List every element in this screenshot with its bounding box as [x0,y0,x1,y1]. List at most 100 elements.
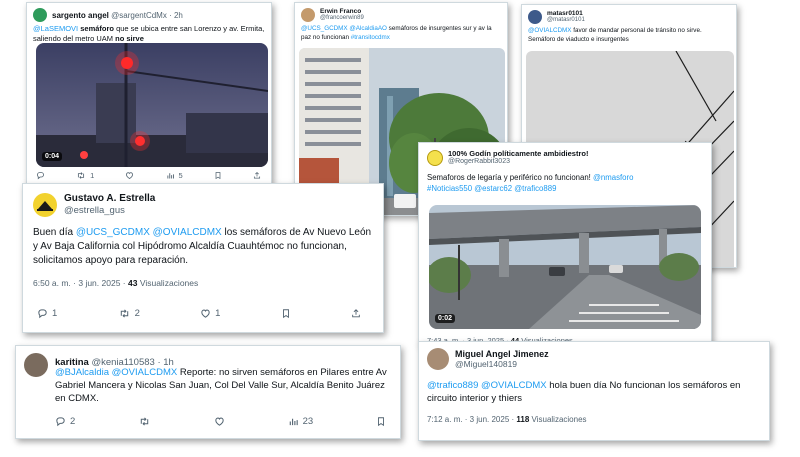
share-button[interactable] [253,171,261,180]
mention-link[interactable]: @OVIALCDMX [528,27,571,34]
mention-link[interactable]: @UCS_GCDMX [301,25,348,32]
share-button[interactable] [351,308,361,319]
tweet-video[interactable]: 0:04 [36,43,268,167]
tweet-text: @trafico889 @OVIALCDMX hola buen día No … [427,380,741,405]
like-icon [201,309,210,318]
author-name[interactable]: sargento angel [52,11,109,20]
tweet-card-godin[interactable]: 100% Godín políticamente ambidiestro! @R… [418,142,712,344]
views-button[interactable]: 5 [166,171,183,180]
avatar[interactable] [301,8,315,23]
mention-link[interactable]: @BJAlcaldia [55,367,109,378]
tweet-timestamp[interactable]: 6:50 a. m. · 3 jun. 2025 · [33,278,128,288]
author-handle[interactable]: @Miguel140819 [455,359,549,369]
bookmark-button[interactable] [281,308,291,319]
bookmark-icon [378,417,384,427]
reply-icon [56,417,65,427]
avatar[interactable] [33,193,57,217]
tweet-time[interactable]: 2h [174,11,183,20]
bookmark-icon [215,172,221,180]
avatar[interactable] [528,10,542,25]
tweet-card-karitina[interactable]: karitina @kenia110583 · 1h @BJAlcaldia @… [15,345,401,439]
mention-link[interactable]: @OVIALCDMX [112,367,178,378]
likes-count: 1 [215,308,221,319]
likes-count: 5 [178,171,183,180]
like-button[interactable] [214,416,225,427]
mention-link[interactable]: @UCS_GCDMX [76,227,150,238]
mention-link[interactable]: @OVIALCDMX [481,380,547,391]
reply-button[interactable]: 1 [37,308,57,319]
mention-link[interactable]: @estarc62 [474,184,512,193]
video-duration: 0:02 [435,314,456,323]
reply-icon [37,172,44,180]
views-icon [289,418,298,426]
author-name[interactable]: Erwin Franco [320,8,364,15]
tweet-text: @BJAlcaldia @OVIALCDMX Reporte: no sirve… [55,367,387,404]
avatar[interactable] [33,8,47,22]
tweet-card-miguel[interactable]: Miguel Angel Jimenez @Miguel140819 @traf… [418,341,770,441]
author-name[interactable]: Miguel Angel Jimenez [455,349,549,360]
author-name[interactable]: 100% Godín políticamente ambidiestro! [448,149,588,158]
bookmark-button[interactable] [214,171,222,180]
author-handle[interactable]: @matasr0101 [547,17,585,24]
mention-link[interactable]: @OVIALCDMX [153,227,222,238]
avatar-logo-icon [37,201,53,211]
avatar[interactable] [427,149,443,166]
overpass-frame [429,205,701,329]
tweet-time[interactable]: 1h [163,357,174,368]
author-handle[interactable]: @sargentCdMx [111,11,167,20]
tweet-video[interactable]: 0:02 [429,205,701,329]
author-name[interactable]: karitina [55,357,89,368]
tweet-meta: 7:12 a. m. · 3 jun. 2025 · 118 Visualiza… [427,414,587,424]
tweet-card-sargento[interactable]: sargento angel @sargentCdMx · 2h @LaSEMO… [26,2,272,184]
retweet-icon [140,417,149,426]
retweet-button[interactable] [138,416,151,427]
like-button[interactable] [125,171,134,180]
tweet-text: @UCS_GCDMX @AlcaldiaAO semáforos de insu… [301,25,492,41]
mention-link[interactable]: @AlcaldiaAO [349,25,387,32]
tweet-meta: 6:50 a. m. · 3 jun. 2025 · 43 Visualizac… [33,277,199,288]
avatar[interactable] [427,348,449,370]
tweet-timestamp[interactable]: 7:12 a. m. · 3 jun. 2025 · [427,415,516,424]
views-icon [166,173,174,179]
author-handle[interactable]: @francoerwin89 [320,15,364,22]
views-button[interactable]: 23 [288,416,314,427]
retweet-count: 1 [90,171,95,180]
share-icon [352,309,360,318]
reply-button[interactable]: 2 [55,416,75,427]
reply-icon [38,309,47,319]
retweet-button[interactable]: 1 [76,171,94,180]
reply-count: 1 [52,308,58,319]
retweet-icon [78,172,85,179]
likes-count: 23 [302,416,314,427]
author-handle[interactable]: @RogerRabbit3023 [448,158,588,166]
action-bar: 2 23 [55,416,386,427]
retweet-button[interactable]: 2 [118,308,140,319]
author-name[interactable]: matasr0101 [547,10,585,17]
tweet-text: Buen día @UCS_GCDMX @OVIALCDMX los semáf… [33,227,372,267]
tweet-card-gustavo[interactable]: Gustavo A. Estrella @estrella_gus Buen d… [22,183,384,333]
action-bar: 1 2 1 [37,308,361,319]
tweet-text: @OVIALCDMX favor de mandar personal de t… [528,27,702,43]
author-handle[interactable]: @estrella_gus [64,205,155,216]
mention-link[interactable]: @trafico889 [514,184,556,193]
mention-link[interactable]: @nmasforo [593,173,633,182]
tweet-text: Semaforos de legaría y periférico no fun… [427,173,634,193]
hashtag-link[interactable]: #Noticias550 [427,184,472,193]
views-count: 118 [516,414,530,424]
action-bar: 1 5 [36,171,261,180]
mention-link[interactable]: @trafico889 [427,380,478,391]
video-duration: 0:04 [42,152,63,161]
video-frame [36,43,268,167]
author-name[interactable]: Gustavo A. Estrella [64,193,155,205]
bookmark-icon [282,309,289,319]
like-icon [126,172,134,179]
avatar[interactable] [24,353,48,377]
reply-button[interactable] [36,171,45,180]
bookmark-button[interactable] [376,416,386,427]
like-button[interactable]: 1 [200,308,220,319]
reply-count: 2 [70,416,76,427]
author-handle[interactable]: @kenia110583 [91,357,154,368]
mention-link[interactable]: @LaSEMOVI [33,24,78,33]
share-icon [253,171,261,179]
hashtag-link[interactable]: #transitocdmx [351,34,390,41]
